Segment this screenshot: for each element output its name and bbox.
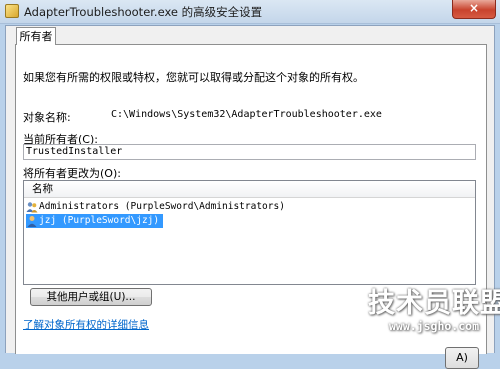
app-icon	[5, 4, 19, 18]
list-header-name[interactable]: 名称	[24, 181, 475, 198]
candidate-name: jzj (PurpleSword\jzj)	[39, 215, 160, 226]
list-item-selected[interactable]: jzj (PurpleSword\jzj)	[26, 214, 164, 228]
watermark-url: www.jsgho.com	[389, 319, 480, 333]
group-icon	[26, 201, 38, 212]
current-owner-field[interactable]: TrustedInstaller	[23, 144, 476, 160]
object-name-value: C:\Windows\System32\AdapterTroubleshoote…	[111, 109, 382, 120]
owner-candidates-list[interactable]: 名称 Administrators (PurpleSword\Administr…	[23, 180, 476, 285]
learn-more-link[interactable]: 了解对象所有权的详细信息	[23, 317, 149, 332]
object-name-label: 对象名称:	[23, 111, 71, 124]
candidate-name: Administrators (PurpleSword\Administrato…	[39, 201, 285, 212]
title-bar: AdapterTroubleshooter.exe 的高级安全设置 ×	[0, 0, 500, 24]
tab-owner[interactable]: 所有者	[16, 27, 56, 45]
change-owner-label: 将所有者更改为(O):	[23, 167, 121, 180]
window-title: AdapterTroubleshooter.exe 的高级安全设置	[24, 5, 263, 19]
other-users-button[interactable]: 其他用户或组(U)...	[30, 288, 152, 306]
user-icon	[27, 215, 37, 227]
close-button[interactable]: ×	[452, 0, 496, 19]
apply-button-partial[interactable]: A)	[445, 347, 479, 369]
watermark: 技术员联盟 www.jsgho.com	[366, 281, 500, 339]
list-item[interactable]: Administrators (PurpleSword\Administrato…	[26, 200, 289, 214]
watermark-brand: 技术员联盟	[368, 288, 500, 319]
intro-text: 如果您有所需的权限或特权，您就可以取得或分配这个对象的所有权。	[23, 71, 364, 84]
